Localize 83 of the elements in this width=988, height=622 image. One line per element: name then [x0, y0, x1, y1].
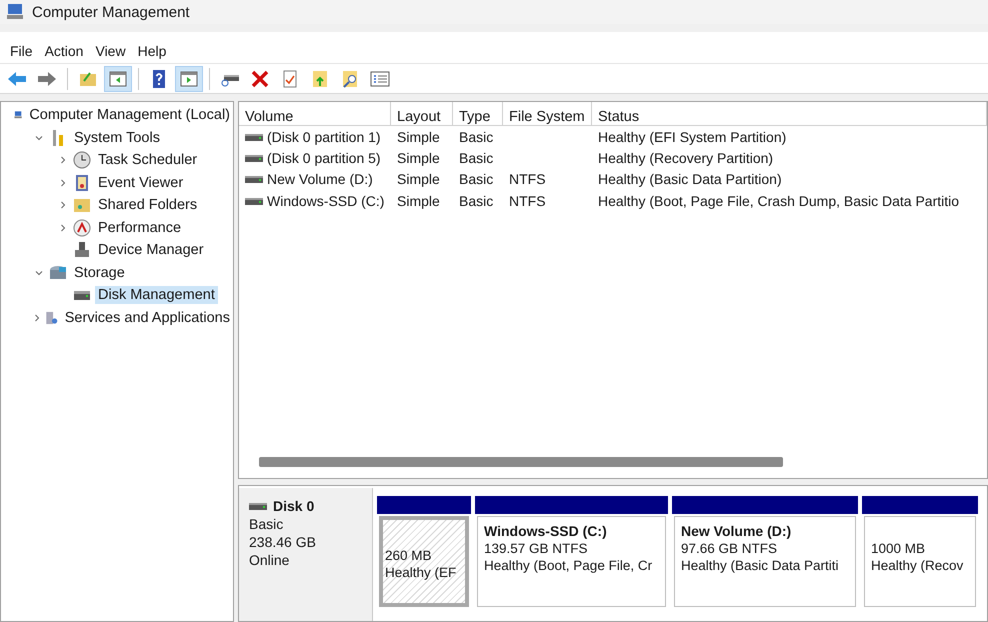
partition-block[interactable]: New Volume (D:) 97.66 GB NTFS Healthy (Basic Data Partiti: [674, 516, 856, 607]
storage-icon: [49, 264, 67, 282]
partition-size: 97.66 GB NTFS: [681, 541, 778, 556]
column-header[interactable]: Volume: [239, 102, 391, 126]
drive-icon: [245, 196, 263, 206]
properties-icon: [370, 68, 390, 88]
chevron-right-icon[interactable]: [59, 201, 67, 210]
clock-icon: [73, 151, 91, 170]
table-cell-text: Healthy (Boot, Page File, Crash Dump, Basic Data Partitio: [597, 192, 960, 209]
menu-item[interactable]: File: [4, 43, 39, 59]
chevron-right-icon[interactable]: [59, 156, 67, 164]
tree-label[interactable]: System Tools: [71, 128, 163, 147]
drive-icon: [245, 152, 263, 163]
chevron-right-icon[interactable]: [32, 314, 41, 322]
drive-icon: [245, 132, 263, 142]
device-icon: [73, 241, 91, 260]
disk-name: Disk 0: [273, 498, 314, 514]
toolbar-button[interactable]: [175, 66, 203, 92]
tree-label[interactable]: Computer Management (Local): [26, 106, 233, 124]
table-cell-text: Basic: [458, 128, 494, 145]
partition-size: 139.57 GB NTFS: [484, 541, 589, 556]
tree-label[interactable]: Disk Management: [95, 286, 218, 304]
tree-label[interactable]: Device Manager: [95, 241, 207, 260]
drive-icon: [249, 501, 267, 511]
console-tree-icon: [108, 68, 128, 88]
gauge-icon: [73, 218, 91, 237]
partition-status: Healthy (Boot, Page File, Cr: [484, 558, 654, 573]
chevron-down-icon[interactable]: [35, 134, 43, 142]
table-cell: Windows-SSD (C:): [239, 192, 391, 209]
column-header[interactable]: Layout: [391, 102, 453, 126]
table-cell-text: Healthy (EFI System Partition): [597, 128, 788, 145]
disk-size: 238.46 GB: [249, 534, 317, 550]
column-header[interactable]: File System: [503, 102, 592, 126]
table-cell-text: NTFS: [508, 192, 547, 209]
menu-item[interactable]: View: [89, 43, 132, 59]
search-folder-icon: [340, 68, 360, 88]
tree-label[interactable]: Event Viewer: [95, 174, 186, 192]
table-cell: (Disk 0 partition 5): [239, 150, 391, 166]
table-cell: New Volume (D:): [239, 171, 391, 188]
log-icon: [73, 174, 91, 192]
computer-icon: [6, 3, 24, 21]
partition-status: Healthy (EF: [385, 565, 458, 580]
disk-type: Basic: [249, 516, 284, 532]
table-cell-text: Healthy (Basic Data Partition): [597, 171, 783, 188]
partition-block[interactable]: Windows-SSD (C:) 139.57 GB NTFS Healthy (Boot, Page File, Cr: [477, 516, 666, 607]
column-header[interactable]: Type: [453, 102, 503, 126]
tree-label[interactable]: Services and Applications: [62, 308, 233, 327]
table-cell-text: Simple: [396, 171, 441, 188]
action-pane-icon: [179, 68, 199, 88]
table-cell-text: Basic: [458, 171, 494, 188]
tree-label[interactable]: Storage: [71, 264, 128, 282]
folder-icon: [73, 196, 91, 214]
table-cell-text: Healthy (Recovery Partition): [597, 150, 774, 166]
partition-name: Windows-SSD (C:): [484, 523, 608, 539]
chevron-right-icon[interactable]: [59, 224, 67, 232]
menu-item[interactable]: Action: [38, 43, 90, 59]
table-cell-text: NTFS: [508, 171, 547, 188]
partition-name: New Volume (D:): [681, 523, 792, 539]
partition-size: 1000 MB: [871, 541, 926, 556]
partition-block[interactable]: 260 MB Healthy (EF: [379, 516, 469, 607]
chevron-right-icon[interactable]: [59, 178, 67, 187]
table-cell-text: Simple: [396, 128, 441, 145]
window-title: Computer Management: [32, 4, 190, 20]
tree-label[interactable]: Performance: [95, 218, 184, 237]
column-header[interactable]: Status: [592, 102, 987, 126]
table-cell: (Disk 0 partition 1): [239, 128, 391, 145]
chevron-down-icon[interactable]: [35, 268, 43, 277]
partition-status: Healthy (Basic Data Partiti: [681, 558, 840, 573]
table-cell-text: Simple: [396, 192, 441, 209]
table-cell-text: Simple: [396, 150, 441, 166]
table-cell-text: Basic: [458, 150, 494, 166]
partition-size: 260 MB: [385, 548, 433, 563]
table-cell-text: Basic: [458, 192, 494, 209]
toolbar-button[interactable]: [104, 66, 132, 92]
partition-block[interactable]: 1000 MB Healthy (Recov: [864, 516, 976, 607]
drive-icon: [245, 174, 263, 184]
disk-status: Online: [249, 552, 290, 568]
partition-status: Healthy (Recov: [871, 558, 964, 573]
folder-up-icon: [310, 68, 330, 88]
tree-label[interactable]: Task Scheduler: [95, 151, 200, 170]
delete-icon: [250, 68, 270, 88]
tree-label[interactable]: Shared Folders: [95, 196, 200, 214]
menu-item[interactable]: Help: [132, 43, 172, 59]
